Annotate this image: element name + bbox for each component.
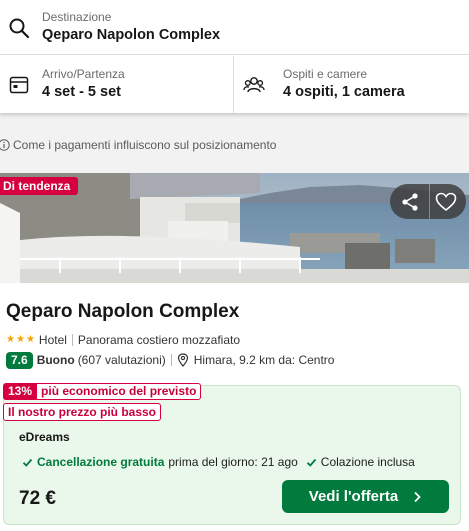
hotel-card: Qeparo Napolon Complex ★ ★ ★ Hotel Panor… (0, 283, 469, 531)
deal-price: 72 € (19, 488, 56, 509)
destination-field[interactable]: Destinazione Qeparo Napolon Complex (0, 0, 469, 55)
search-icon (9, 18, 30, 39)
star-icon: ★ (25, 334, 35, 345)
view-deal-label: Vedi l'offerta (308, 488, 399, 505)
trending-badge: Di tendenza (0, 177, 79, 195)
dates-value: 4 set - 5 set (42, 84, 121, 100)
ranking-info-link[interactable]: Come i pagamenti influiscono sul posizio… (0, 137, 276, 153)
deal-provider: eDreams (19, 430, 70, 444)
hotel-name[interactable]: Qeparo Napolon Complex (6, 301, 239, 323)
view-deal-button[interactable]: Vedi l'offerta (282, 480, 449, 513)
best-price-tag: Il nostro prezzo più basso (3, 403, 162, 421)
dates-label: Arrivo/Partenza (42, 67, 125, 81)
hotel-category: Hotel (38, 333, 67, 347)
dates-field[interactable]: Arrivo/Partenza 4 set - 5 set (0, 56, 234, 113)
calendar-icon (9, 76, 29, 94)
cheaper-tag: 13% più economico del previsto (3, 382, 202, 400)
pill-divider (429, 184, 430, 219)
cheaper-text: più economico del previsto (37, 382, 202, 400)
guests-icon (243, 77, 265, 93)
star-icon: ★ (6, 334, 15, 345)
star-rating: ★ ★ ★ (6, 335, 35, 345)
map-pin-icon (177, 353, 188, 367)
guests-label: Ospiti e camere (283, 67, 368, 81)
heart-icon[interactable] (435, 192, 457, 212)
chevron-right-icon (414, 491, 421, 502)
guests-field[interactable]: Ospiti e camere 4 ospiti, 1 camera (235, 56, 469, 113)
free-cancel-until: prima del giorno: 21 ago (168, 455, 298, 469)
hotel-location: Himara, 9.2 km da: Centro (193, 353, 335, 367)
share-icon[interactable] (400, 192, 420, 212)
destination-value: Qeparo Napolon Complex (42, 27, 221, 43)
hotel-feature: Panorama costiero mozzafiato (77, 333, 240, 347)
hotel-meta: ★ ★ ★ Hotel Panorama costiero mozzafiato (6, 332, 240, 348)
star-icon: ★ (15, 334, 25, 345)
rating-separator (170, 354, 172, 366)
search-panel: Destinazione Qeparo Napolon Complex Arri… (0, 0, 469, 113)
free-cancel-label: Cancellazione gratuita (37, 455, 165, 469)
deal-perks: Cancellazione gratuita prima del giorno:… (22, 454, 415, 470)
rating-row: 7.6 Buono (607 valutazioni) Himara, 9.2 … (6, 351, 334, 369)
meta-separator (71, 334, 73, 346)
guests-value: 4 ospiti, 1 camera (283, 84, 405, 100)
ranking-info-text: Come i pagamenti influiscono sul posizio… (13, 138, 277, 152)
cheaper-percent: 13% (3, 382, 38, 400)
rating-count: (607 valutazioni) (77, 353, 166, 367)
check-icon (306, 458, 316, 467)
info-icon (0, 139, 10, 151)
destination-label: Destinazione (42, 10, 112, 24)
breakfast-included: Colazione inclusa (320, 455, 415, 469)
check-icon (22, 458, 33, 467)
photo-actions (390, 184, 466, 219)
rating-word: Buono (36, 353, 75, 367)
rating-score-badge: 7.6 (6, 351, 33, 369)
